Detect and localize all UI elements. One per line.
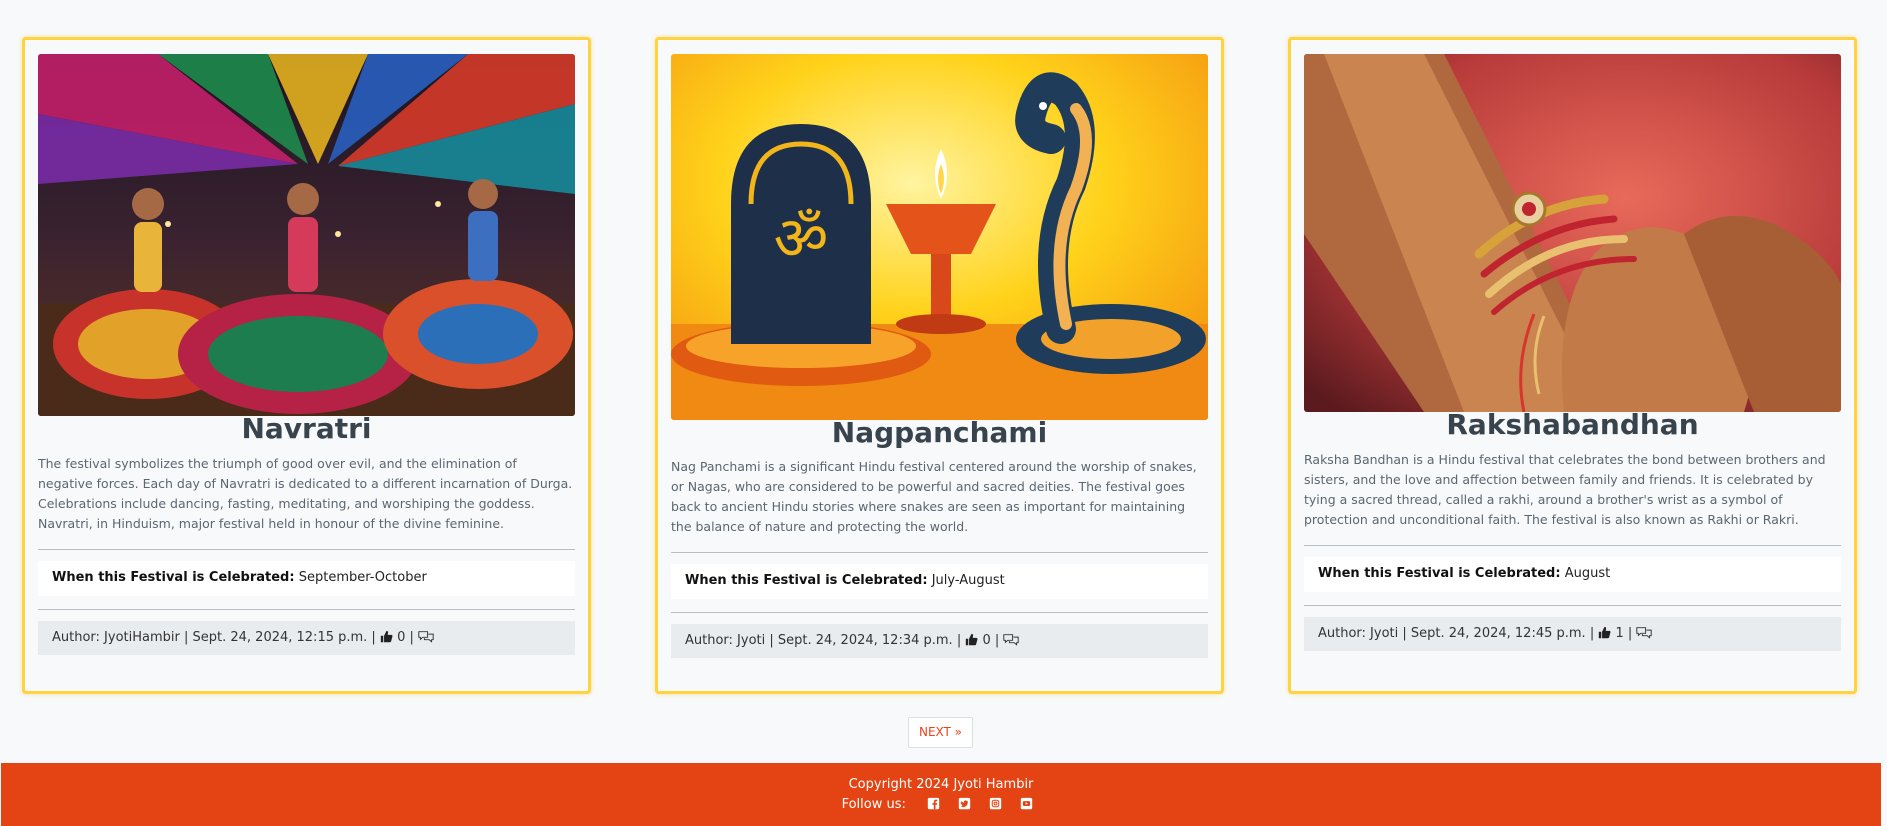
- card-title[interactable]: Nagpanchami: [671, 416, 1208, 449]
- card-image-navratri[interactable]: [38, 54, 575, 416]
- meta-author-date: Author: JyotiHambir | Sept. 24, 2024, 12…: [52, 630, 376, 645]
- divider: [1304, 605, 1841, 606]
- festival-card-grid: Navratri The festival symbolizes the tri…: [0, 0, 1887, 700]
- celebration-period: When this Festival is Celebrated: August: [1304, 557, 1841, 592]
- festival-card-navratri: Navratri The festival symbolizes the tri…: [22, 37, 591, 694]
- thumbs-up-icon[interactable]: [1598, 626, 1611, 643]
- celebration-period: When this Festival is Celebrated: July-A…: [671, 564, 1208, 599]
- card-description: Nag Panchami is a significant Hindu fest…: [671, 459, 1197, 534]
- comments-icon[interactable]: [1003, 633, 1020, 650]
- comments-icon[interactable]: [1636, 626, 1653, 643]
- celebration-period: When this Festival is Celebrated: Septem…: [38, 561, 575, 596]
- navratri-illustration: [38, 54, 575, 416]
- twitter-icon[interactable]: [958, 797, 971, 810]
- next-page-button[interactable]: NEXT »: [908, 717, 973, 748]
- card-meta: Author: Jyoti | Sept. 24, 2024, 12:34 p.…: [671, 624, 1208, 658]
- celebration-value: July-August: [931, 573, 1005, 588]
- card-image-nagpanchami[interactable]: ॐ: [671, 54, 1208, 420]
- card-description: The festival symbolizes the triumph of g…: [38, 456, 573, 531]
- footer-social: Follow us:: [1, 797, 1881, 812]
- divider: [671, 552, 1208, 553]
- rakshabandhan-illustration: [1304, 54, 1841, 412]
- celebration-label: When this Festival is Celebrated:: [685, 573, 928, 588]
- thumbs-up-icon[interactable]: [965, 633, 978, 650]
- card-meta: Author: Jyoti | Sept. 24, 2024, 12:45 p.…: [1304, 617, 1841, 651]
- youtube-icon[interactable]: [1020, 797, 1033, 810]
- card-meta: Author: JyotiHambir | Sept. 24, 2024, 12…: [38, 621, 575, 655]
- divider: [38, 609, 575, 610]
- card-image-rakshabandhan[interactable]: [1304, 54, 1841, 412]
- celebration-label: When this Festival is Celebrated:: [52, 570, 295, 585]
- footer-copyright: Copyright 2024 Jyoti Hambir: [848, 777, 1034, 792]
- divider: [671, 612, 1208, 613]
- celebration-label: When this Festival is Celebrated:: [1318, 566, 1561, 581]
- like-count: 0: [982, 633, 991, 648]
- festival-card-rakshabandhan: Rakshabandhan Raksha Bandhan is a Hindu …: [1288, 37, 1857, 694]
- festival-card-nagpanchami: ॐ Nagpanchami Nag Panchami is a signific…: [655, 37, 1224, 694]
- comments-icon[interactable]: [418, 630, 434, 647]
- like-count: 0: [397, 630, 406, 645]
- meta-author-date: Author: Jyoti | Sept. 24, 2024, 12:34 p.…: [685, 633, 962, 648]
- svg-text:ॐ: ॐ: [774, 204, 829, 274]
- follow-label: Follow us:: [841, 797, 906, 812]
- celebration-value: August: [1564, 566, 1611, 581]
- card-title[interactable]: Rakshabandhan: [1304, 408, 1841, 441]
- card-title[interactable]: Navratri: [38, 412, 575, 445]
- celebration-value: September-October: [298, 570, 427, 585]
- facebook-icon[interactable]: [927, 797, 940, 810]
- site-footer: Copyright 2024 Jyoti Hambir Follow us:: [1, 763, 1881, 826]
- nagpanchami-illustration: ॐ: [671, 54, 1208, 420]
- like-count: 1: [1615, 626, 1624, 641]
- divider: [1304, 545, 1841, 546]
- meta-author-date: Author: Jyoti | Sept. 24, 2024, 12:45 p.…: [1318, 626, 1595, 641]
- thumbs-up-icon[interactable]: [380, 630, 393, 647]
- card-description: Raksha Bandhan is a Hindu festival that …: [1304, 452, 1826, 527]
- instagram-icon[interactable]: [989, 797, 1002, 810]
- divider: [38, 549, 575, 550]
